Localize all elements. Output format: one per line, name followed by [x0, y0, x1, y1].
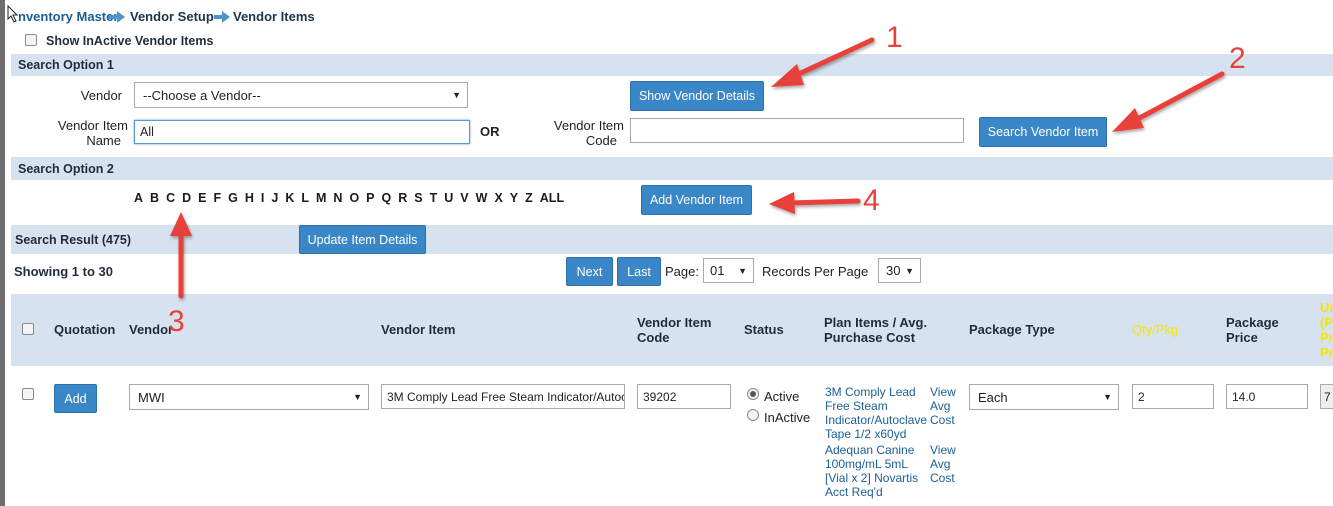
annotation-arrow-2-icon: [1112, 71, 1225, 132]
annotation-arrow-4-icon: [769, 192, 861, 214]
annotation-number-1: 1: [886, 21, 903, 54]
annotation-number-3: 3: [168, 305, 185, 338]
annotation-arrow-1-icon: [771, 37, 875, 87]
annotation-number-4: 4: [863, 184, 880, 217]
annotation-arrow-3-icon: [170, 212, 192, 299]
annotation-arrows: [170, 37, 1225, 299]
annotation-number-2: 2: [1229, 42, 1246, 75]
